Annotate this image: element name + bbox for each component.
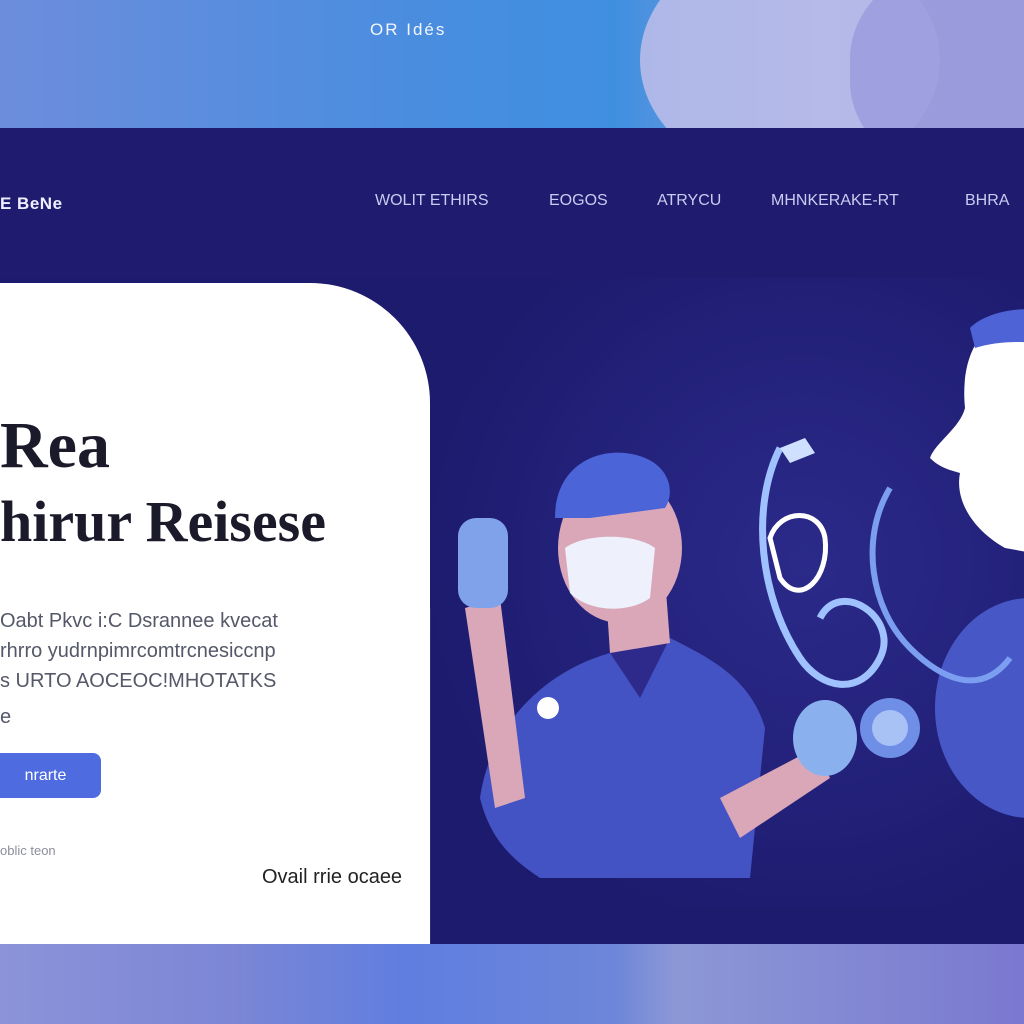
- mask-shape: [565, 536, 655, 609]
- nav-link-5[interactable]: BHRA: [965, 192, 1009, 210]
- scroll-label[interactable]: Ovail rrie ocaee: [262, 866, 402, 889]
- nav-link-4[interactable]: MHNKERAKE-RT: [771, 192, 899, 210]
- description-line: e: [0, 706, 12, 728]
- window-title: OR Idés: [370, 20, 447, 39]
- hero-illustration: [420, 278, 1024, 908]
- glove-right: [793, 700, 857, 776]
- glove-left: [458, 518, 508, 608]
- nav-link-3[interactable]: ATRYCU: [657, 192, 721, 210]
- secondary-link[interactable]: oblic teon: [0, 843, 56, 858]
- hero-description: Oabt Pkvc i:C Dsrannee kvecat rhrro yudr…: [0, 606, 400, 732]
- cta-button[interactable]: nrarte: [0, 753, 101, 798]
- browser-bottom-strip: [0, 944, 1024, 1024]
- navbar: E BeNe WOLIT ETHIRS EOGOS ATRYCU MHNKERA…: [0, 128, 1024, 278]
- decorative-blob: [850, 0, 1024, 128]
- stethoscope-chest-inner: [872, 710, 908, 746]
- description-line: rhrro yudrnpimrcomtrcnesiccnp: [0, 640, 276, 662]
- nav-link-1[interactable]: WOLIT ETHIRS: [375, 192, 489, 210]
- nav-link-2[interactable]: EOGOS: [549, 192, 608, 210]
- description-line: s URTO AOCEOC!MHOTATKS: [0, 670, 277, 692]
- page-frame: E BeNe WOLIT ETHIRS EOGOS ATRYCU MHNKERA…: [0, 128, 1024, 944]
- brand-logo[interactable]: E BeNe: [0, 194, 63, 214]
- doctor-illustration: [420, 278, 1024, 908]
- badge-dot: [537, 697, 559, 719]
- description-line: Oabt Pkvc i:C Dsrannee kvecat: [0, 610, 278, 632]
- headline-line-2: hirur Reisese: [0, 489, 326, 554]
- headline-line-1: Rea: [0, 409, 110, 482]
- browser-top-strip: OR Idés: [0, 0, 1024, 128]
